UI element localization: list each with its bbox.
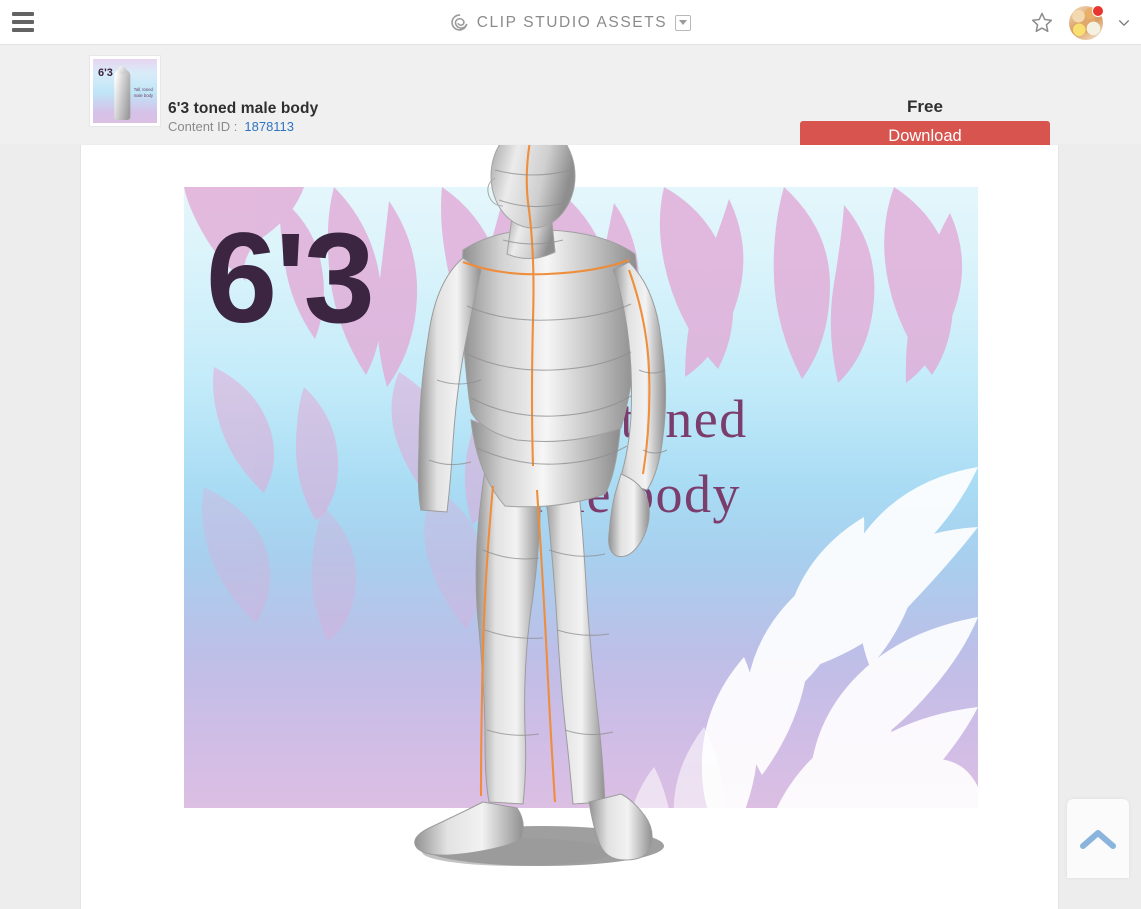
chevron-up-icon xyxy=(1080,829,1116,849)
artwork-height-text: 6'3 xyxy=(206,207,375,350)
star-outline-icon[interactable] xyxy=(1029,10,1055,36)
notification-badge-dot xyxy=(1092,4,1104,17)
header-right-controls xyxy=(1029,0,1131,45)
spiral-logo-icon xyxy=(451,14,468,31)
chevron-down-icon[interactable] xyxy=(1117,16,1131,30)
content-id-label: Content ID : xyxy=(168,119,238,134)
brand-logo[interactable]: CLIP STUDIO ASSETS xyxy=(0,0,1141,45)
item-info-bar: 6'3 Tall, toned male body 6'3 toned male … xyxy=(0,45,1141,179)
content-id-row: Content ID : 1878113 xyxy=(168,119,294,134)
thumbnail-figure xyxy=(114,69,131,121)
thumbnail-image: 6'3 Tall, toned male body xyxy=(93,59,157,123)
page-title: 6'3 toned male body xyxy=(168,100,319,117)
top-header-bar: CLIP STUDIO ASSETS xyxy=(0,0,1141,45)
avatar[interactable] xyxy=(1069,4,1104,40)
price-label: Free xyxy=(907,97,943,116)
thumbnail-figure-head xyxy=(118,66,127,75)
content-id-value[interactable]: 1878113 xyxy=(244,119,294,134)
caret-down-boxed-icon[interactable] xyxy=(675,14,692,31)
item-thumbnail[interactable]: 6'3 Tall, toned male body xyxy=(90,56,160,126)
main-content-panel: 6'3 Tall, toned male body xyxy=(80,145,1059,909)
brand-title: CLIP STUDIO ASSETS xyxy=(476,13,668,31)
scroll-to-top-button[interactable] xyxy=(1067,799,1129,878)
thumbnail-height-label: 6'3 xyxy=(98,67,113,79)
mannequin-figure xyxy=(367,145,687,890)
mannequin-model xyxy=(414,145,668,866)
thumbnail-caption: Tall, toned male body xyxy=(133,87,153,99)
